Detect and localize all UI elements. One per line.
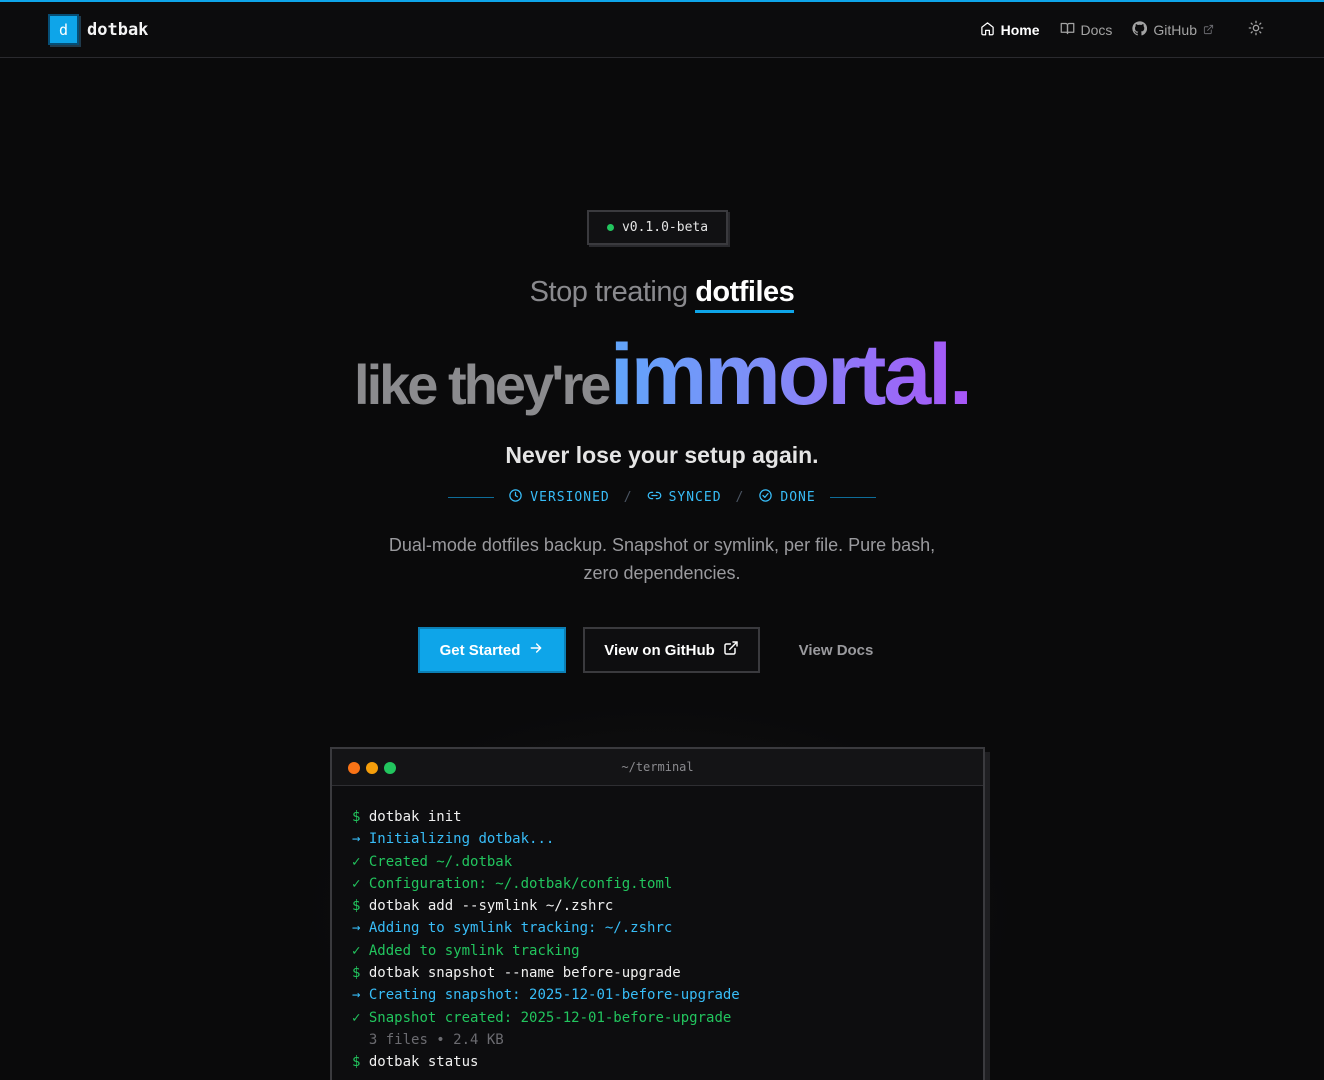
view-github-button[interactable]: View on GitHub <box>583 627 760 673</box>
terminal-line-prefix: → <box>352 920 361 937</box>
get-started-button[interactable]: Get Started <box>418 627 566 673</box>
feature-done: DONE <box>758 488 815 507</box>
terminal-line: → Creating snapshot: 2025-12-01-before-u… <box>352 984 963 1006</box>
terminal-line-text: Adding to symlink tracking: ~/.zshrc <box>368 920 673 937</box>
arrow-right-icon <box>528 640 544 660</box>
feature-synced-label: SYNCED <box>668 490 722 505</box>
check-circle-icon <box>758 488 773 507</box>
terminal-line-prefix: $ <box>352 809 361 825</box>
terminal-line: $ dotbak status <box>352 1051 963 1073</box>
terminal-line: ✓ Added to symlink tracking <box>352 940 963 962</box>
terminal-line-text: Creating snapshot: 2025-12-01-before-upg… <box>368 987 740 1004</box>
version-badge: v0.1.0-beta <box>587 210 728 245</box>
terminal-line: 3 files • 2.4 KB <box>352 1029 963 1051</box>
terminal-line: ✓ Created ~/.dotbak <box>352 851 963 873</box>
feature-rule-left <box>448 497 495 498</box>
terminal-line-text: dotbak snapshot --name before-upgrade <box>368 965 681 982</box>
terminal-line-text: Initializing dotbak... <box>368 831 555 848</box>
feature-synced: SYNCED <box>647 488 722 507</box>
terminal-window: ~/terminal $ dotbak init → Initializing d… <box>330 747 985 1080</box>
book-icon <box>1060 21 1075 39</box>
terminal-line-text: 3 files • 2.4 KB <box>368 1031 504 1048</box>
terminal-title: ~/terminal <box>621 760 694 774</box>
view-docs-button[interactable]: View Docs <box>790 627 882 673</box>
hero-description: Dual-mode dotfiles backup. Snapshot or s… <box>388 535 936 583</box>
terminal-titlebar: ~/terminal <box>332 749 983 786</box>
nav-docs[interactable]: Docs <box>1060 21 1113 39</box>
headline-line-1: Stop treating dotfiles <box>0 276 1324 313</box>
headline-2-highlight: immortal. <box>609 327 973 423</box>
nav-docs-label: Docs <box>1080 21 1113 38</box>
nav-github[interactable]: GitHub <box>1132 20 1214 39</box>
headline-highlight: dotfiles <box>695 276 795 313</box>
terminal-line-prefix: $ <box>352 965 361 982</box>
github-icon <box>1132 20 1148 39</box>
terminal-line: $ dotbak init <box>352 806 963 828</box>
hero-subtitle: Never lose your setup again. <box>505 442 819 468</box>
feature-done-label: DONE <box>780 490 816 505</box>
feature-separator: / <box>623 490 633 505</box>
terminal-line-prefix: $ <box>352 1054 361 1071</box>
main-nav: Home Docs GitHub <box>980 20 1264 39</box>
sun-icon <box>1248 20 1264 39</box>
terminal-line-text: Added to symlink tracking <box>368 942 580 959</box>
feature-strip: VERSIONED / SYNCED / DONE <box>0 488 1324 507</box>
status-dot <box>606 224 614 231</box>
nav-home-label: Home <box>1000 21 1040 38</box>
feature-versioned-label: VERSIONED <box>530 490 610 505</box>
terminal-line: → Initializing dotbak... <box>352 828 963 850</box>
terminal-line-text: Configuration: ~/.dotbak/config.toml <box>368 875 673 892</box>
external-link-icon <box>723 640 739 660</box>
home-icon <box>980 21 995 39</box>
terminal-output: $ dotbak init → Initializing dotbak... ✓ C… <box>332 786 983 1074</box>
feature-rule-right <box>829 497 876 498</box>
terminal-line-prefix: ✓ <box>352 875 361 892</box>
clock-icon <box>508 488 523 507</box>
logo-mark: d <box>48 14 79 45</box>
terminal-line-prefix: $ <box>352 898 361 915</box>
terminal-line-prefix: → <box>352 831 361 848</box>
app-name: dotbak <box>87 19 149 40</box>
get-started-label: Get Started <box>439 641 521 659</box>
headline-2-prefix: like they're <box>354 353 611 416</box>
headline-line-2: like they're immortal. <box>0 326 1324 425</box>
terminal-line: → Adding to symlink tracking: ~/.zshrc <box>352 917 963 939</box>
terminal-line: ✓ Configuration: ~/.dotbak/config.toml <box>352 873 963 895</box>
feature-versioned: VERSIONED <box>508 488 609 507</box>
terminal-line-text: dotbak add --symlink ~/.zshrc <box>368 898 614 915</box>
terminal-line-text: Created ~/.dotbak <box>368 853 513 870</box>
headline-prefix: Stop treating <box>529 276 688 308</box>
feature-separator: / <box>735 490 745 505</box>
nav-github-label: GitHub <box>1153 21 1197 38</box>
link-icon <box>647 488 662 507</box>
terminal-line-text: Snapshot created: 2025-12-01-before-upgr… <box>368 1009 732 1026</box>
version-text: v0.1.0-beta <box>621 220 709 235</box>
terminal-line: ✓ Snapshot created: 2025-12-01-before-up… <box>352 1007 963 1029</box>
terminal-line-prefix: ✓ <box>352 1009 361 1026</box>
terminal-line-prefix: ✓ <box>352 853 361 870</box>
terminal-line: $ dotbak snapshot --name before-upgrade <box>352 962 963 984</box>
terminal-line-prefix: → <box>352 987 361 1004</box>
terminal-line-text: dotbak status <box>368 1054 479 1071</box>
terminal-line-prefix: ✓ <box>352 942 361 959</box>
external-link-icon <box>1203 22 1214 38</box>
theme-toggle-button[interactable] <box>1248 20 1264 39</box>
nav-home[interactable]: Home <box>980 21 1040 39</box>
terminal-line-text: dotbak init <box>368 809 462 825</box>
logo[interactable]: d dotbak <box>48 14 148 45</box>
terminal-line-prefix <box>352 1032 360 1048</box>
terminal-line: $ dotbak add --symlink ~/.zshrc <box>352 895 963 917</box>
site-header: d dotbak Home Docs GitHub <box>0 2 1324 58</box>
view-github-label: View on GitHub <box>604 641 715 659</box>
